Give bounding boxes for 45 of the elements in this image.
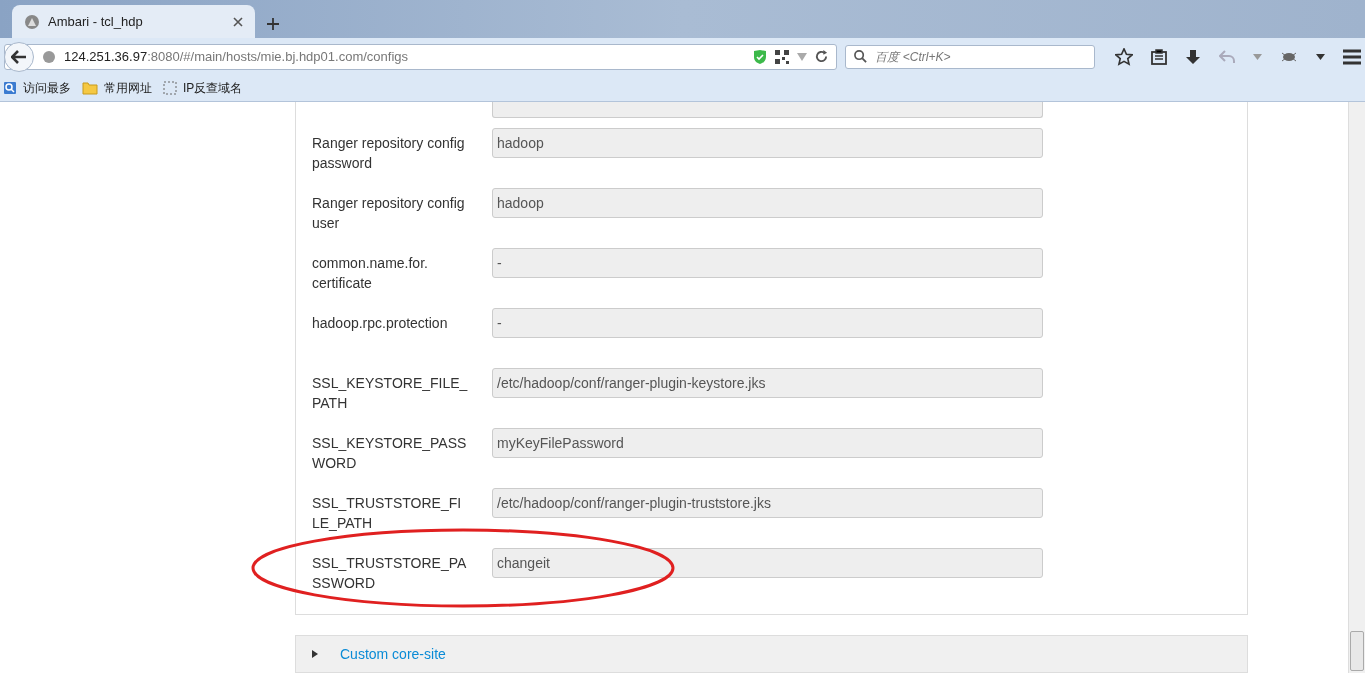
text-field[interactable]: - [492, 308, 1043, 338]
new-tab-icon[interactable] [267, 18, 279, 30]
field-label: Ranger repository config user [311, 194, 466, 233]
text-field[interactable]: myKeyFilePassword [492, 428, 1043, 458]
search-icon [854, 50, 868, 63]
address-bar[interactable]: 124.251.36.97:8080/#/main/hosts/mie.bj.hdp01.com/configs [4, 43, 838, 70]
bookmark-item[interactable]: 常用网址 [82, 79, 152, 97]
text-field[interactable]: /etc/hadoop/conf/ranger-plugin-truststore.jks [492, 488, 1043, 518]
close-icon[interactable] [233, 16, 243, 27]
search-placeholder: 百度 <Ctrl+K> [875, 48, 951, 66]
scrollbar[interactable] [1348, 102, 1365, 673]
field-label: SSL_TRUSTSTORE_PASSWORD [311, 554, 468, 593]
field-label: Ranger repository config password [311, 134, 466, 173]
star-icon[interactable] [1115, 47, 1133, 66]
url-text: 124.251.36.97:8080/#/main/hosts/mie.bj.hdp01.com/configs [64, 47, 409, 66]
field-label: SSL_KEYSTORE_FILE_PATH [311, 374, 469, 413]
text-field[interactable]: /etc/hadoop/conf/ranger-plugin-keystore.jks [492, 368, 1043, 398]
tab-title: Ambari - tcl_hdp [48, 12, 144, 31]
field-label: hadoop.rpc.protection [311, 314, 449, 333]
magnifier-page-icon [3, 81, 17, 95]
back-arrow-icon [11, 49, 27, 64]
text-field[interactable]: hadoop [492, 128, 1043, 158]
scrollbar-thumb[interactable] [1350, 631, 1364, 671]
caret-icon[interactable] [1316, 53, 1325, 60]
text-field[interactable]: - [492, 248, 1043, 278]
bookmark-item[interactable]: IP反查域名 [163, 79, 243, 97]
dashed-square-icon [163, 81, 177, 95]
qr-code-icon[interactable] [775, 49, 790, 64]
bookmark-item[interactable]: 访问最多 [3, 79, 71, 97]
menu-icon[interactable] [1343, 48, 1361, 65]
clipboard-list-icon[interactable] [1151, 48, 1167, 65]
folder-icon [82, 81, 98, 95]
text-field[interactable]: changeit [492, 548, 1043, 578]
shield-check-icon [753, 48, 768, 65]
text-field[interactable]: hadoop [492, 188, 1043, 218]
search-field[interactable]: 百度 <Ctrl+K> [845, 44, 1095, 69]
tab-favicon-icon [24, 13, 40, 30]
reload-icon[interactable] [815, 50, 829, 63]
back-button[interactable] [4, 41, 34, 72]
text-field[interactable] [492, 102, 1043, 118]
download-arrow-icon[interactable] [1185, 48, 1201, 65]
field-label: common.name.for. certificate [311, 254, 429, 293]
field-label: SSL_KEYSTORE_PASSWORD [311, 434, 468, 473]
browser-tab[interactable]: Ambari - tcl_hdp [12, 5, 255, 38]
field-label: SSL_TRUSTSTORE_FILE_PATH [311, 494, 463, 533]
